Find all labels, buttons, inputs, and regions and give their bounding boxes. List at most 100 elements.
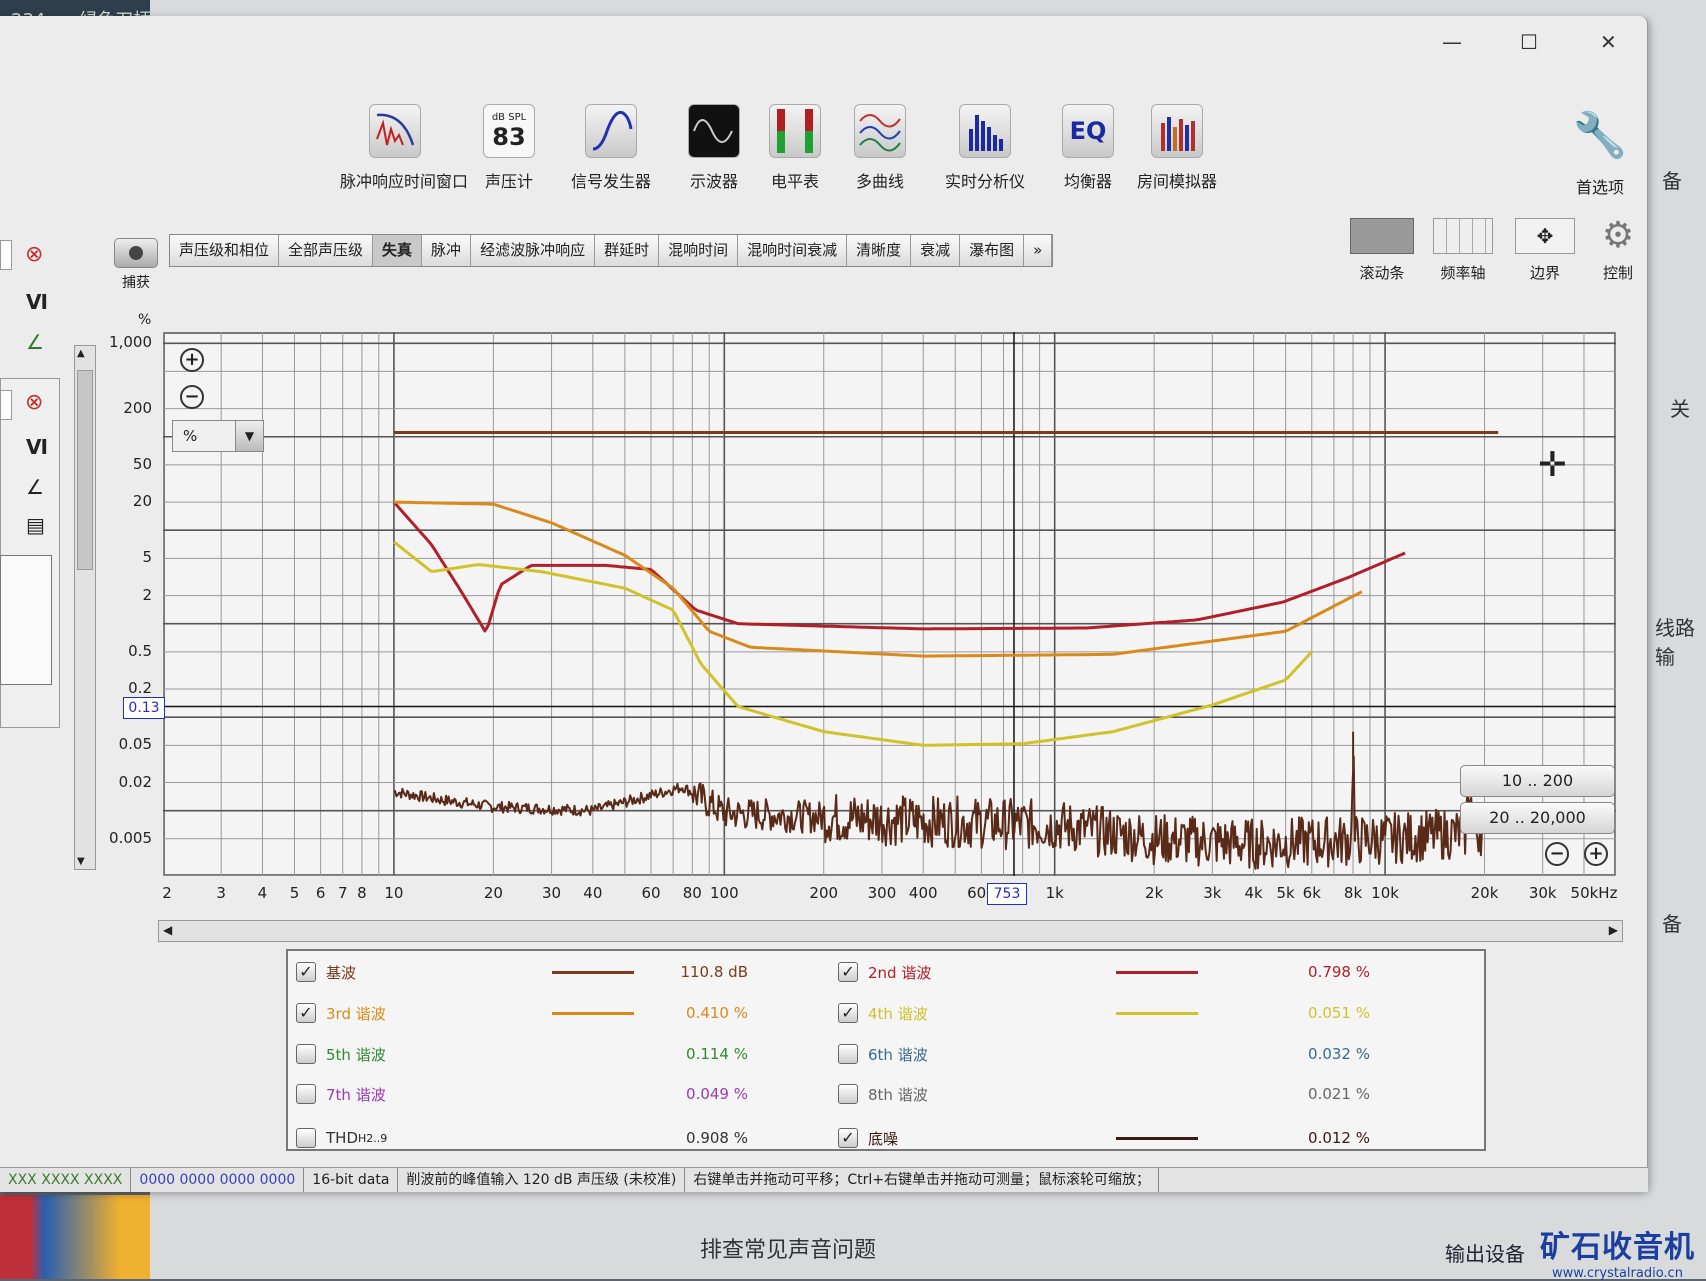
tab-8[interactable]: 清晰度: [847, 235, 912, 266]
legend-value: 0.012 %: [1308, 1129, 1370, 1147]
legend-checkbox[interactable]: ✓: [838, 1128, 858, 1148]
status-bit-depth: 16-bit data: [304, 1168, 399, 1192]
range-10-200-button[interactable]: 10 .. 200: [1460, 765, 1615, 797]
legend-checkbox[interactable]: ✓: [296, 1003, 316, 1023]
legend-label: 5th 谐波: [326, 1045, 386, 1064]
preferences-button[interactable]: 🔧 首选项: [1545, 108, 1655, 198]
tab-2[interactable]: 失真: [373, 235, 423, 266]
scrollbars-toggle[interactable]: 滚动条: [1342, 218, 1422, 283]
status-bar: XXX XXXX XXXX 0000 0000 0000 0000 16-bit…: [0, 1167, 1648, 1192]
y-tick-label: 200: [123, 398, 152, 417]
tab-6[interactable]: 混响时间: [659, 235, 739, 266]
scrollbars-icon: [1350, 218, 1414, 254]
room-sim-button[interactable]: 房间模拟器: [1122, 104, 1232, 192]
tab-7[interactable]: 混响时间衰减: [738, 235, 848, 266]
tool-label: 声压计: [484, 172, 533, 191]
legend-checkbox[interactable]: [838, 1084, 858, 1104]
capture-button[interactable]: 捕获: [110, 238, 162, 292]
legend-label: 3rd 谐波: [326, 1004, 386, 1023]
legend-checkbox[interactable]: ✓: [296, 962, 316, 982]
eq-icon: EQ: [1062, 104, 1114, 158]
close-button[interactable]: ✕: [1600, 30, 1617, 54]
tab-1[interactable]: 全部声压级: [279, 235, 374, 266]
bg-fragment: 关: [1670, 397, 1690, 421]
cursor-level-readout: 0.13: [123, 697, 165, 719]
zoom-in-x-button[interactable]: +: [1584, 842, 1608, 866]
taskbar-app-icons[interactable]: [0, 1195, 150, 1279]
troubleshoot-link[interactable]: 排查常见声音问题: [700, 1232, 876, 1264]
legend-checkbox[interactable]: ✓: [838, 962, 858, 982]
zoom-in-y-button[interactable]: +: [180, 348, 204, 372]
x-tick-label: 30k: [1528, 884, 1557, 902]
maximize-button[interactable]: ☐: [1520, 30, 1538, 54]
range-20-20000-button[interactable]: 20 .. 20,000: [1460, 802, 1615, 834]
y-tick-label: 50: [132, 454, 152, 473]
panel-vertical-scrollbar[interactable]: ▲ ▼: [74, 345, 96, 870]
legend-item: ✓ 基波: [296, 957, 356, 987]
x-tick-label: 20k: [1470, 884, 1499, 902]
x-tick-label: 60: [641, 884, 661, 902]
x-tick-label: 5: [289, 884, 300, 902]
distortion-chart-svg[interactable]: [163, 332, 1616, 876]
tab-4[interactable]: 经滤波脉冲响应: [471, 235, 596, 266]
freq-axis-icon: [1433, 218, 1493, 254]
overlays-button[interactable]: 多曲线: [825, 104, 935, 192]
bg-fragment: 线路输: [1655, 616, 1695, 669]
minimize-button[interactable]: —: [1442, 30, 1462, 54]
legend-value: 0.410 %: [686, 1004, 748, 1022]
legend-checkbox[interactable]: [296, 1084, 316, 1104]
controls-button[interactable]: ⚙ 控制: [1578, 218, 1658, 283]
rta-icon: [959, 104, 1011, 158]
x-tick-label: 300: [867, 884, 897, 902]
legend-checkbox[interactable]: [296, 1044, 316, 1064]
y-tick-label: 0.5: [128, 641, 152, 660]
waveform-icon[interactable]: Ⅵ: [26, 290, 48, 314]
overlays-icon: [854, 104, 906, 158]
rta-button[interactable]: 实时分析仪: [930, 104, 1040, 192]
control-label: 频率轴: [1440, 264, 1486, 282]
legend-item: ✓ 底噪: [838, 1123, 898, 1153]
legend-label: 4th 谐波: [868, 1004, 928, 1023]
x-tick-label: 7: [337, 884, 348, 902]
pen-icon[interactable]: ∠: [26, 475, 44, 499]
trace-legend: ✓ 基波 110.8 dB ✓ 2nd 谐波 0.798 % ✓ 3rd 谐波 0.410 % ✓…: [286, 949, 1486, 1151]
oscilloscope-icon: [688, 104, 740, 158]
control-label: 边界: [1529, 264, 1560, 282]
notes-icon[interactable]: ▤: [26, 513, 45, 537]
legend-checkbox[interactable]: [296, 1128, 316, 1148]
pen-icon[interactable]: ∠: [26, 330, 44, 354]
signal-generator-button[interactable]: 信号发生器: [556, 104, 666, 192]
tab-5[interactable]: 群延时: [595, 235, 660, 266]
bg-fragment: 备: [1662, 169, 1682, 193]
legend-value: 0.021 %: [1308, 1085, 1370, 1103]
x-tick-label: 2: [162, 884, 172, 902]
remove-icon[interactable]: ⊗: [25, 390, 43, 415]
tab-9[interactable]: 衰减: [911, 235, 961, 266]
tab-10[interactable]: 瀑布图: [960, 235, 1025, 266]
legend-value: 110.8 dB: [680, 963, 748, 981]
series-line-3: [392, 540, 1313, 747]
spl-meter-button[interactable]: dB SPL 83 声压计: [454, 104, 564, 192]
tab-3[interactable]: 脉冲: [422, 235, 472, 266]
tab-0[interactable]: 声压级和相位: [170, 235, 280, 266]
legend-item: 5th 谐波: [296, 1039, 386, 1069]
tool-label: 脉冲响应时间窗口: [340, 172, 469, 191]
zoom-out-x-button[interactable]: −: [1545, 842, 1569, 866]
control-label: 控制: [1602, 264, 1633, 282]
watermark: 矿石收音机 www.crystalradio.cn: [1540, 1230, 1695, 1281]
tab-11[interactable]: »: [1024, 235, 1053, 266]
freq-axis-toggle[interactable]: 频率轴: [1423, 218, 1503, 283]
y-tick-label: 0.005: [109, 828, 152, 847]
graph-horizontal-scrollbar[interactable]: ◀ ▶: [158, 920, 1623, 942]
x-tick-label: 3: [216, 884, 226, 902]
zoom-out-y-button[interactable]: −: [180, 385, 204, 409]
limits-button[interactable]: ✥ 边界: [1505, 218, 1585, 283]
x-tick-label: 400: [908, 884, 938, 902]
remove-icon[interactable]: ⊗: [25, 242, 43, 267]
legend-checkbox[interactable]: ✓: [838, 1003, 858, 1023]
impulse-window-button[interactable]: 脉冲响应时间窗口: [340, 104, 469, 192]
legend-checkbox[interactable]: [838, 1044, 858, 1064]
waveform-icon[interactable]: Ⅵ: [26, 435, 48, 459]
unit-select[interactable]: % ▼: [172, 420, 264, 452]
impulse-window-icon: [369, 104, 421, 158]
